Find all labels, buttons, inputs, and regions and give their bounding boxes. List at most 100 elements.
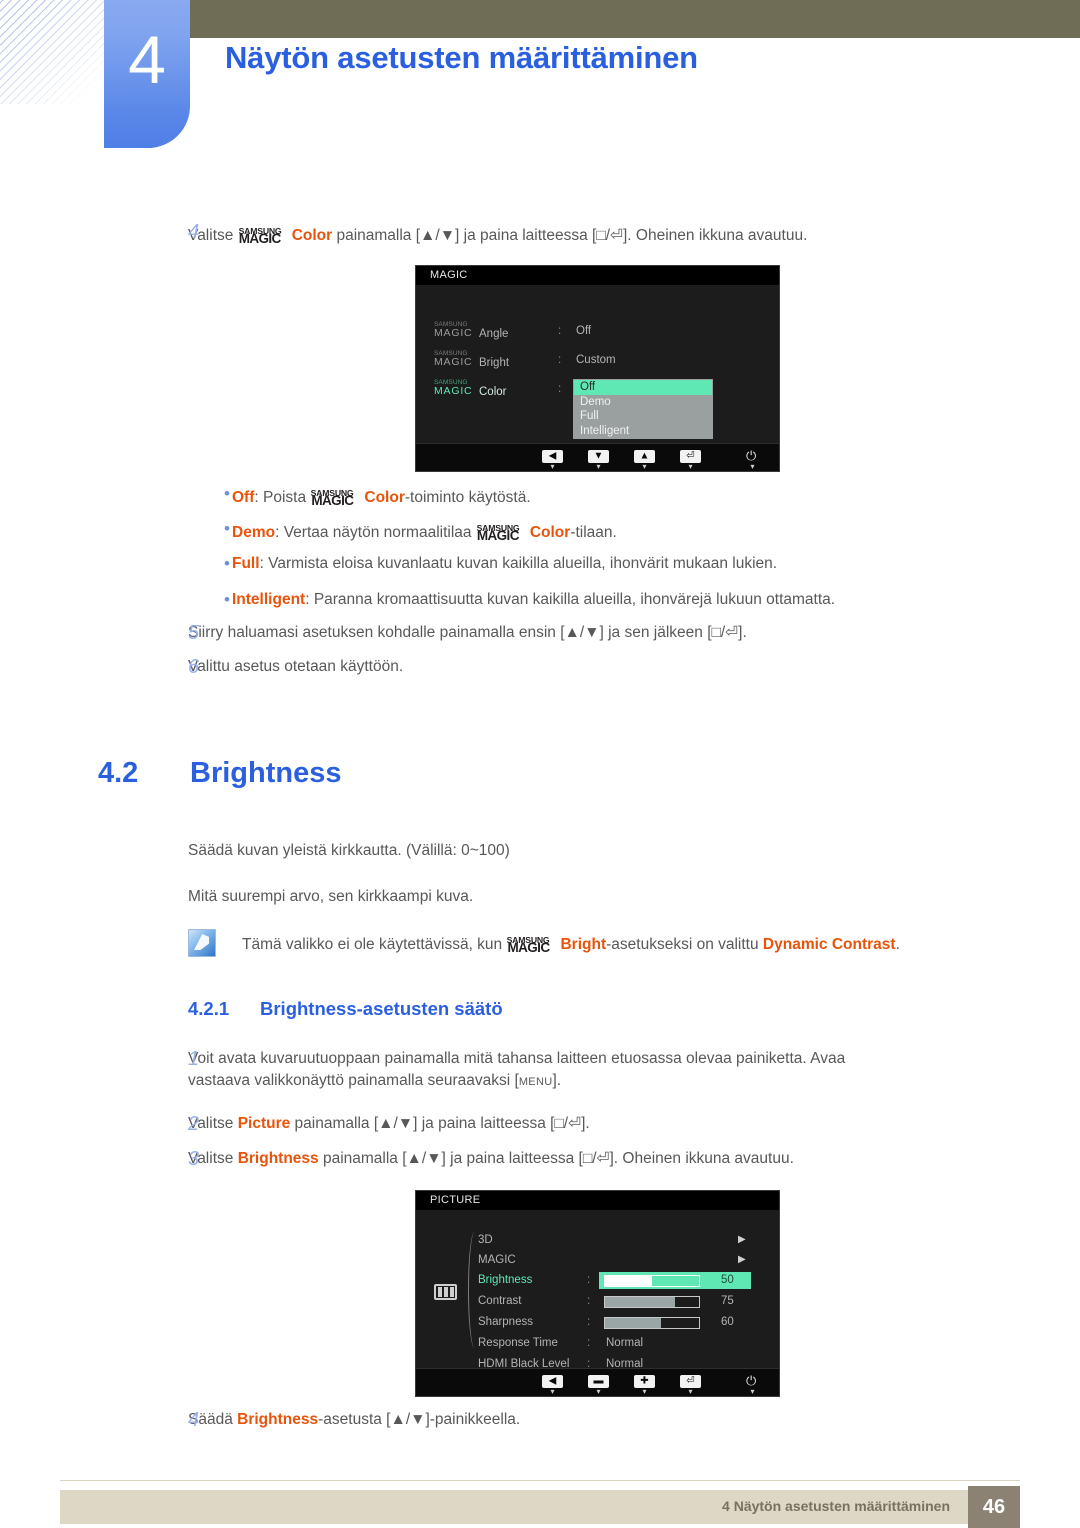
chevron-right-icon[interactable]: ▶ [738, 1254, 746, 1265]
bullet-dot [188, 483, 232, 509]
bullet-dot [188, 518, 232, 544]
page-number: 46 [968, 1486, 1020, 1528]
osd-colon: : [587, 1316, 591, 1328]
osd-tick-2: ▾ [596, 1387, 601, 1396]
samsung-magic-logo-icon: SAMSUNG MAGIC [434, 321, 473, 339]
section-paragraph-2: Mitä suurempi arvo, sen kirkkaampi kuva. [188, 888, 474, 905]
osd-label: Bright [479, 357, 510, 369]
osd-colon: : [587, 1274, 591, 1286]
section-number: 4.2 [98, 757, 139, 789]
osd-colon: : [558, 354, 562, 366]
osd-label: Response Time [478, 1337, 558, 1349]
osd-tick-5: ▾ [750, 1387, 755, 1396]
osd-magic-menu[interactable]: MAGIC SAMSUNG MAGIC Angle : Off SAMSUNG … [415, 265, 780, 472]
bullet-dot [188, 589, 232, 611]
osd-tick-2: ▾ [596, 462, 601, 471]
osd-row-magic[interactable]: MAGIC [478, 1254, 516, 1266]
note-hl-dynamic-contrast: Dynamic Contrast [762, 936, 896, 953]
bullet-hl: Color [529, 524, 571, 541]
step-post: painamalla [▲/▼] ja paina laitteessa [□/… [290, 1115, 590, 1132]
dropdown-option-off[interactable]: Off [574, 380, 712, 395]
highlight-brightness: Brightness [237, 1411, 319, 1428]
section-title: Brightness [190, 757, 342, 789]
note-icon [188, 929, 216, 957]
bullet-pre: : Vertaa näytön normaalitilaa [275, 524, 476, 541]
osd-dropdown-color[interactable]: Off Demo Full Intelligent [573, 379, 713, 439]
footer-text: 4 Näytön asetusten määrittäminen [722, 1498, 950, 1514]
subsection-number: 4.2.1 [188, 998, 230, 1019]
osd-value-angle: Off [576, 325, 592, 337]
bullet-dot [188, 553, 232, 575]
header-hatch-decoration [0, 0, 112, 104]
header-olive-bar [190, 0, 1080, 38]
bullet-pre: : Varmista eloisa kuvanlaatu kuvan kaiki… [259, 555, 778, 572]
highlight-color: Color [291, 227, 333, 244]
osd-row-sharpness[interactable]: Sharpness [478, 1316, 533, 1328]
osd-colon: : [587, 1337, 591, 1349]
power-icon[interactable]: ⏻ [746, 449, 756, 463]
osd-row-brightness[interactable]: Brightness [478, 1274, 532, 1286]
step-line-2-post: ]. [552, 1072, 562, 1089]
step-6: 6 Valittu asetus otetaan käyttöön. [188, 656, 988, 678]
step-number: 3 [188, 1148, 200, 1170]
osd-row-bright[interactable]: SAMSUNG MAGIC Bright [434, 350, 510, 370]
osd-label: Contrast [478, 1295, 522, 1307]
bullet-post: -toiminto käytöstä. [404, 489, 531, 506]
dropdown-option-full[interactable]: Full [574, 409, 712, 424]
highlight-picture: Picture [237, 1115, 291, 1132]
bullet-off: Off: Poista SAMSUNGMAGIC Color-toiminto k… [188, 483, 988, 509]
section-heading: 4.2 Brightness [98, 757, 341, 790]
highlight-brightness: Brightness [237, 1150, 319, 1167]
section-paragraph-1: Säädä kuvan yleistä kirkkautta. (Välillä… [188, 842, 510, 859]
note-hl-bright: Bright [560, 936, 607, 953]
samsung-magic-logo-icon: SAMSUNG MAGIC [507, 935, 550, 955]
dropdown-option-demo[interactable]: Demo [574, 395, 712, 410]
osd-tick-1: ▾ [550, 462, 555, 471]
osd-row-3d[interactable]: 3D [478, 1234, 493, 1246]
footer-divider [60, 1480, 1020, 1481]
osd-row-contrast[interactable]: Contrast [478, 1295, 521, 1307]
note-pre: Tämä valikko ei ole käytettävissä, kun [242, 936, 507, 953]
bullet-term: Full [232, 555, 260, 572]
bullet-term: Demo [232, 524, 276, 541]
osd-tick-4: ▾ [688, 1387, 693, 1396]
note-mid: -asetukseksi on valittu [606, 936, 763, 953]
samsung-magic-logo-icon: SAMSUNG MAGIC [434, 379, 473, 397]
power-icon[interactable]: ⏻ [746, 1374, 756, 1388]
step-3-bottom: 3 Valitse Brightness painamalla [▲/▼] ja… [188, 1148, 1008, 1170]
osd-tick-1: ▾ [550, 1387, 555, 1396]
subsection-heading: 4.2.1 Brightness-asetusten säätö [188, 998, 503, 1020]
step-4-bottom: 4 Säädä Brightness-asetusta [▲/▼]-painik… [188, 1409, 988, 1431]
samsung-magic-logo-icon: SAMSUNG MAGIC [434, 350, 473, 368]
osd-tick-4: ▾ [688, 462, 693, 471]
osd-magic-title: MAGIC [416, 266, 779, 285]
sharpness-value: 60 [721, 1316, 734, 1328]
step-text: Valittu asetus otetaan käyttöön. [188, 658, 404, 675]
step-2-bottom: 2 Valitse Picture painamalla [▲/▼] ja pa… [188, 1113, 988, 1135]
osd-row-response-time[interactable]: Response Time [478, 1337, 558, 1349]
osd-row-angle[interactable]: SAMSUNG MAGIC Angle [434, 321, 509, 341]
osd-picture-menu[interactable]: PICTURE 3D ▶ MAGIC ▶ Brightness : 50 Con… [415, 1190, 780, 1397]
step-1-bottom: 1 Voit avata kuvaruutuoppaan painamalla … [188, 1048, 988, 1093]
step-number: 2 [188, 1113, 200, 1135]
bullet-term: Off [232, 489, 255, 506]
osd-label: Angle [479, 328, 509, 340]
step-number: 1 [188, 1048, 200, 1070]
osd-value-bright: Custom [576, 354, 616, 366]
step-number: 6 [188, 656, 200, 678]
osd-colon: : [587, 1295, 591, 1307]
bullet-full: Full: Varmista eloisa kuvanlaatu kuvan k… [188, 553, 988, 575]
osd-label: MAGIC [478, 1254, 516, 1266]
osd-row-color[interactable]: SAMSUNG MAGIC Color [434, 379, 507, 399]
osd-label: Color [479, 386, 507, 398]
step-text: Valitse SAMSUNG MAGIC Color painamalla [▲/… [188, 221, 978, 247]
chevron-right-icon[interactable]: ▶ [738, 1234, 746, 1245]
samsung-magic-logo-icon: SAMSUNG MAGIC [476, 523, 520, 543]
step-text: Valitse Picture painamalla [▲/▼] ja pain… [188, 1113, 988, 1135]
dropdown-option-intelligent[interactable]: Intelligent [574, 424, 712, 439]
osd-colon: : [558, 325, 562, 337]
osd-label: Brightness [478, 1274, 533, 1286]
chapter-title: Näytön asetusten määrittäminen [225, 40, 698, 75]
step-text: Säädä Brightness-asetusta [▲/▼]-painikke… [188, 1409, 988, 1431]
note-block: Tämä valikko ei ole käytettävissä, kun S… [188, 928, 900, 957]
